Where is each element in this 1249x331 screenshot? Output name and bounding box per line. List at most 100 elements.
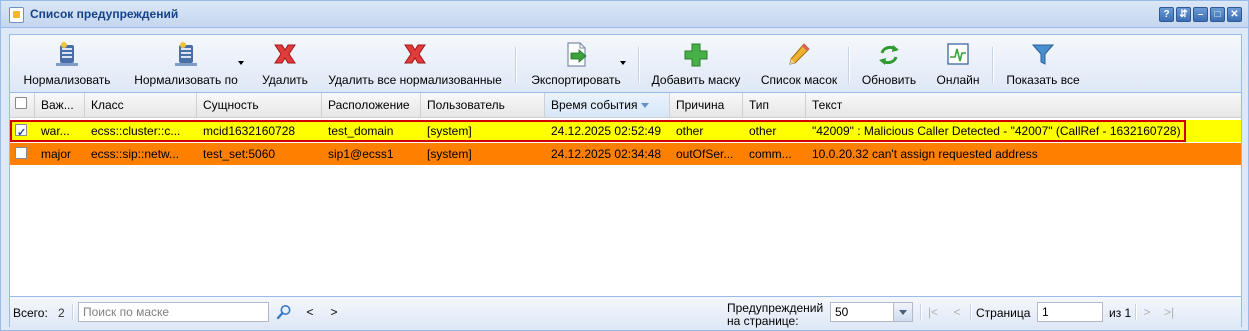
close-icon[interactable]: ✕ [1227, 7, 1242, 22]
maximize-icon[interactable]: □ [1210, 7, 1225, 22]
export-dropdown-icon[interactable] [620, 61, 626, 65]
alarm-list-icon [9, 7, 24, 23]
minimize-icon[interactable]: – [1193, 7, 1208, 22]
row-checkbox[interactable] [15, 122, 27, 142]
normalize-by-button[interactable]: Нормализовать по [124, 39, 248, 89]
toolbar: Нормализовать Нормализовать по Удалить У… [10, 35, 1241, 93]
text-cell: "42009" : Malicious Caller Detected - "4… [812, 124, 1181, 138]
sort-desc-icon [641, 103, 650, 109]
toolbar-separator [992, 47, 994, 83]
user-cell: [system] [427, 124, 472, 138]
per-page-dropdown-icon[interactable] [893, 302, 913, 322]
select-all-checkbox[interactable] [15, 97, 27, 109]
severity-cell: major [41, 147, 72, 161]
refresh-button[interactable]: Обновить [854, 39, 924, 89]
online-button[interactable]: Онлайн [928, 39, 988, 89]
entity-cell: test_set:5060 [203, 147, 276, 161]
select-all-header [10, 93, 35, 117]
page-label: Страница [976, 306, 1031, 320]
delete-all-normalized-label: Удалить все нормализованные [328, 73, 502, 87]
filter-icon [1031, 44, 1055, 65]
reason-cell: other [676, 124, 704, 138]
prev-page-icon[interactable]: < [949, 304, 965, 320]
row-select-cell [10, 143, 35, 165]
window-titlebar[interactable]: Список предупреждений ? ⇵ – □ ✕ [1, 1, 1248, 28]
table-row[interactable]: major ecss::sip::netw... test_set:5060 s… [10, 143, 1241, 165]
per-page-label-line1: Предупреждений [727, 301, 824, 315]
chart-icon [947, 43, 969, 65]
column-reason[interactable]: Причина [670, 93, 743, 117]
column-event-time-label: Время события [551, 98, 638, 112]
delete-label: Удалить [262, 73, 308, 87]
page-number-input[interactable]: 1 [1037, 302, 1103, 322]
total-count: 2 [58, 306, 65, 320]
entity-cell: mcid1632160728 [203, 124, 296, 138]
normalize-label: Нормализовать [23, 73, 111, 87]
search-next-button[interactable]: > [326, 304, 342, 320]
export-label: Экспортировать [531, 73, 621, 87]
delete-all-normalized-button[interactable]: Удалить все нормализованные [322, 39, 508, 89]
status-separator [1135, 304, 1137, 320]
column-type[interactable]: Тип [743, 93, 806, 117]
alarm-list-window: Список предупреждений ? ⇵ – □ ✕ Нормализ… [0, 0, 1249, 331]
normalize-icon [56, 42, 78, 66]
per-page-select[interactable]: 50 [830, 302, 894, 322]
text-cell: 10.0.20.32 can't assign requested addres… [812, 147, 1038, 161]
add-mask-label: Добавить маску [651, 73, 741, 87]
show-all-label: Показать все [1006, 73, 1080, 87]
help-icon[interactable]: ? [1159, 7, 1174, 22]
normalize-button[interactable]: Нормализовать [16, 39, 118, 89]
mask-list-button[interactable]: Список масок [754, 39, 844, 89]
window-tools: ? ⇵ – □ ✕ [1159, 7, 1242, 22]
first-page-icon[interactable]: |< [925, 304, 941, 320]
search-prev-button[interactable]: < [302, 304, 318, 320]
row-select-cell [10, 120, 35, 142]
alarm-grid-panel: Нормализовать Нормализовать по Удалить У… [9, 34, 1242, 328]
column-severity[interactable]: Важ... [35, 93, 85, 117]
normalize-by-dropdown-icon[interactable] [238, 61, 244, 65]
table-row[interactable]: war... ecss::cluster::c... mcid163216072… [10, 120, 1241, 142]
per-page-label-line2: на странице: [727, 314, 799, 328]
class-cell: ecss::sip::netw... [91, 147, 180, 161]
delete-all-icon [404, 44, 426, 64]
search-icon[interactable] [276, 304, 292, 320]
pencil-icon [789, 43, 810, 65]
refresh-label: Обновить [861, 73, 917, 87]
location-cell: test_domain [328, 124, 394, 138]
mask-search-input[interactable]: Поиск по маске [78, 302, 269, 322]
delete-button[interactable]: Удалить [254, 39, 316, 89]
add-mask-button[interactable]: Добавить маску [646, 39, 746, 89]
export-button[interactable]: Экспортировать [522, 39, 630, 89]
delete-icon [274, 44, 296, 64]
severity-cell: war... [41, 124, 70, 138]
add-icon [684, 43, 708, 67]
location-cell: sip1@ecss1 [328, 147, 394, 161]
per-page-label: Предупреждений на странице: [727, 302, 823, 328]
toolbar-separator [638, 47, 640, 83]
column-event-time[interactable]: Время события [545, 93, 670, 117]
export-icon [567, 42, 587, 67]
type-cell: comm... [749, 147, 792, 161]
show-all-button[interactable]: Показать все [998, 39, 1088, 89]
column-class[interactable]: Класс [85, 93, 197, 117]
row-checkbox[interactable] [15, 147, 27, 159]
class-cell: ecss::cluster::c... [91, 124, 181, 138]
event-time-cell: 24.12.2025 02:34:48 [551, 147, 662, 161]
status-separator [920, 304, 922, 320]
toolbar-separator [848, 47, 850, 83]
toolbar-separator [515, 47, 517, 83]
column-text[interactable]: Текст [806, 93, 1241, 117]
column-location[interactable]: Расположение [322, 93, 421, 117]
event-time-cell: 24.12.2025 02:52:49 [551, 124, 662, 138]
column-entity[interactable]: Сущность [197, 93, 322, 117]
window-title: Список предупреждений [30, 7, 179, 21]
grid-header: Важ... Класс Сущность Расположение Польз… [10, 93, 1241, 118]
restore-icon[interactable]: ⇵ [1176, 7, 1191, 22]
next-page-icon[interactable]: > [1139, 304, 1155, 320]
normalize-by-icon [175, 42, 197, 66]
online-label: Онлайн [936, 73, 980, 87]
total-label: Всего: [13, 306, 48, 320]
column-user[interactable]: Пользователь [421, 93, 545, 117]
reason-cell: outOfSer... [676, 147, 734, 161]
last-page-icon[interactable]: >| [1161, 304, 1177, 320]
